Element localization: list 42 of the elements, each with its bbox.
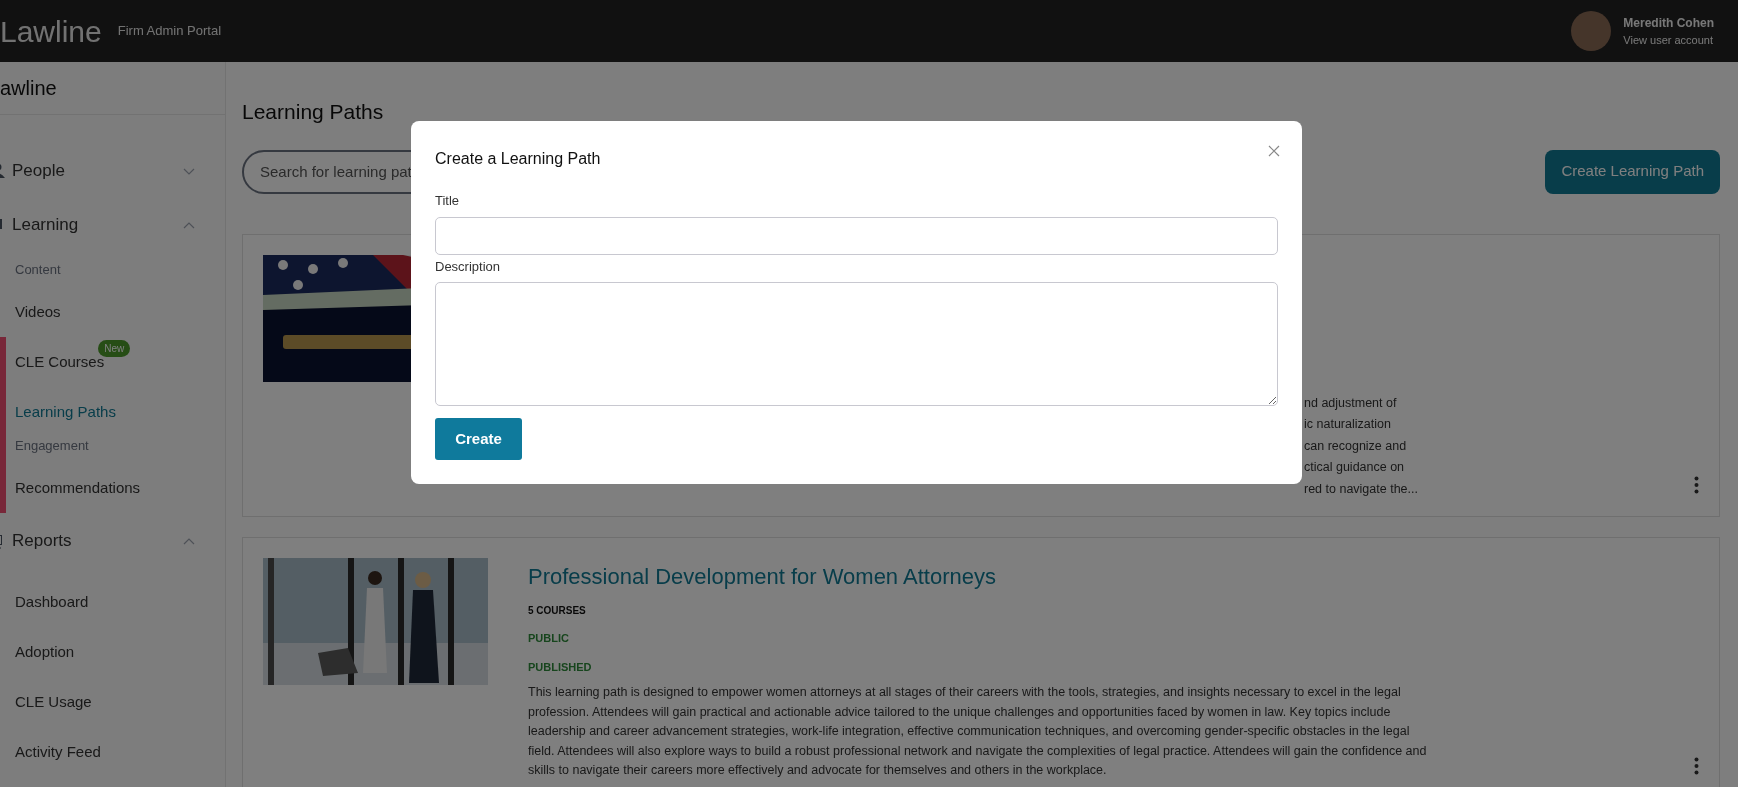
sidebar-item[interactable]: Activity Feed	[15, 740, 101, 764]
sidebar-item[interactable]: CLE Usage	[15, 690, 92, 714]
title-field[interactable]	[435, 216, 1278, 255]
description-field[interactable]	[435, 282, 1278, 406]
description-line: nd adjustment of	[1304, 394, 1398, 412]
sidebar-group-header[interactable]: Reports	[0, 523, 225, 559]
publish-status: PUBLISHED	[528, 659, 593, 675]
user-account-link[interactable]: View user account	[1623, 31, 1714, 49]
portal-title: Firm Admin Portal	[117, 22, 222, 41]
logo[interactable]: Lawline	[0, 8, 102, 54]
sidebar-brand: awline	[0, 76, 57, 101]
description-line: red to navigate the...	[1304, 480, 1419, 498]
card-title[interactable]: Professional Development for Women Attorneys	[528, 560, 1689, 593]
more-options-icon[interactable]	[1694, 756, 1699, 775]
new-badge: New	[98, 339, 131, 357]
visibility-status: PUBLIC	[528, 631, 570, 646]
sidebar-item[interactable]: Videos	[15, 300, 61, 324]
chevron-down-icon	[183, 167, 195, 175]
card-description: This learning path is designed to empower women attorneys at all stages of their careers with the tools, strategies, and insights necessary to excel in the legal profession. Attendees will gain practical and actionable advice tailored to the unique challenges and opportunities faced by women in law. Key topics include leadership and career advancement strategies, work-life integration, effective communication techniques, and overcoming gender-specific obstacles in the legal field. Attendees will also explore ways to build a robust professional network and navigate the complexities of legal practice. Attendees will gain the confidence and skills to navigate their careers more effectively and advocate for themselves and others in the workplace.	[528, 684, 1428, 779]
chevron-up-icon	[183, 537, 195, 545]
description-line: ctical guidance on	[1304, 459, 1406, 476]
course-count: 5 COURSES	[528, 604, 587, 618]
description-line: can recognize and	[1304, 437, 1408, 455]
sidebar-item[interactable]: Recommendations	[15, 476, 141, 500]
dialog-title: Create a Learning Path	[435, 149, 601, 169]
section-label: Engagement	[15, 437, 89, 456]
sidebar-item[interactable]: Learning Paths	[15, 400, 116, 424]
section-label: Content	[15, 261, 61, 280]
page-title: Learning Paths	[242, 99, 385, 125]
sidebar-item[interactable]: Dashboard	[15, 590, 89, 614]
user-name: Meredith Cohen	[1623, 14, 1714, 32]
sidebar-group-header[interactable]: People	[0, 153, 225, 189]
sidebar-group-header[interactable]: Learning	[0, 207, 225, 243]
close-icon[interactable]	[1268, 145, 1280, 157]
more-options-icon[interactable]	[1694, 476, 1699, 494]
field-label: Description	[435, 257, 502, 276]
description-line: ic naturalization	[1304, 416, 1392, 433]
chevron-up-icon	[183, 221, 195, 229]
create-button[interactable]: Create	[435, 418, 522, 460]
sidebar-item[interactable]: Adoption	[15, 640, 75, 664]
create-learning-path-button[interactable]: Create Learning Path	[1545, 149, 1720, 194]
field-label: Title	[435, 192, 461, 210]
